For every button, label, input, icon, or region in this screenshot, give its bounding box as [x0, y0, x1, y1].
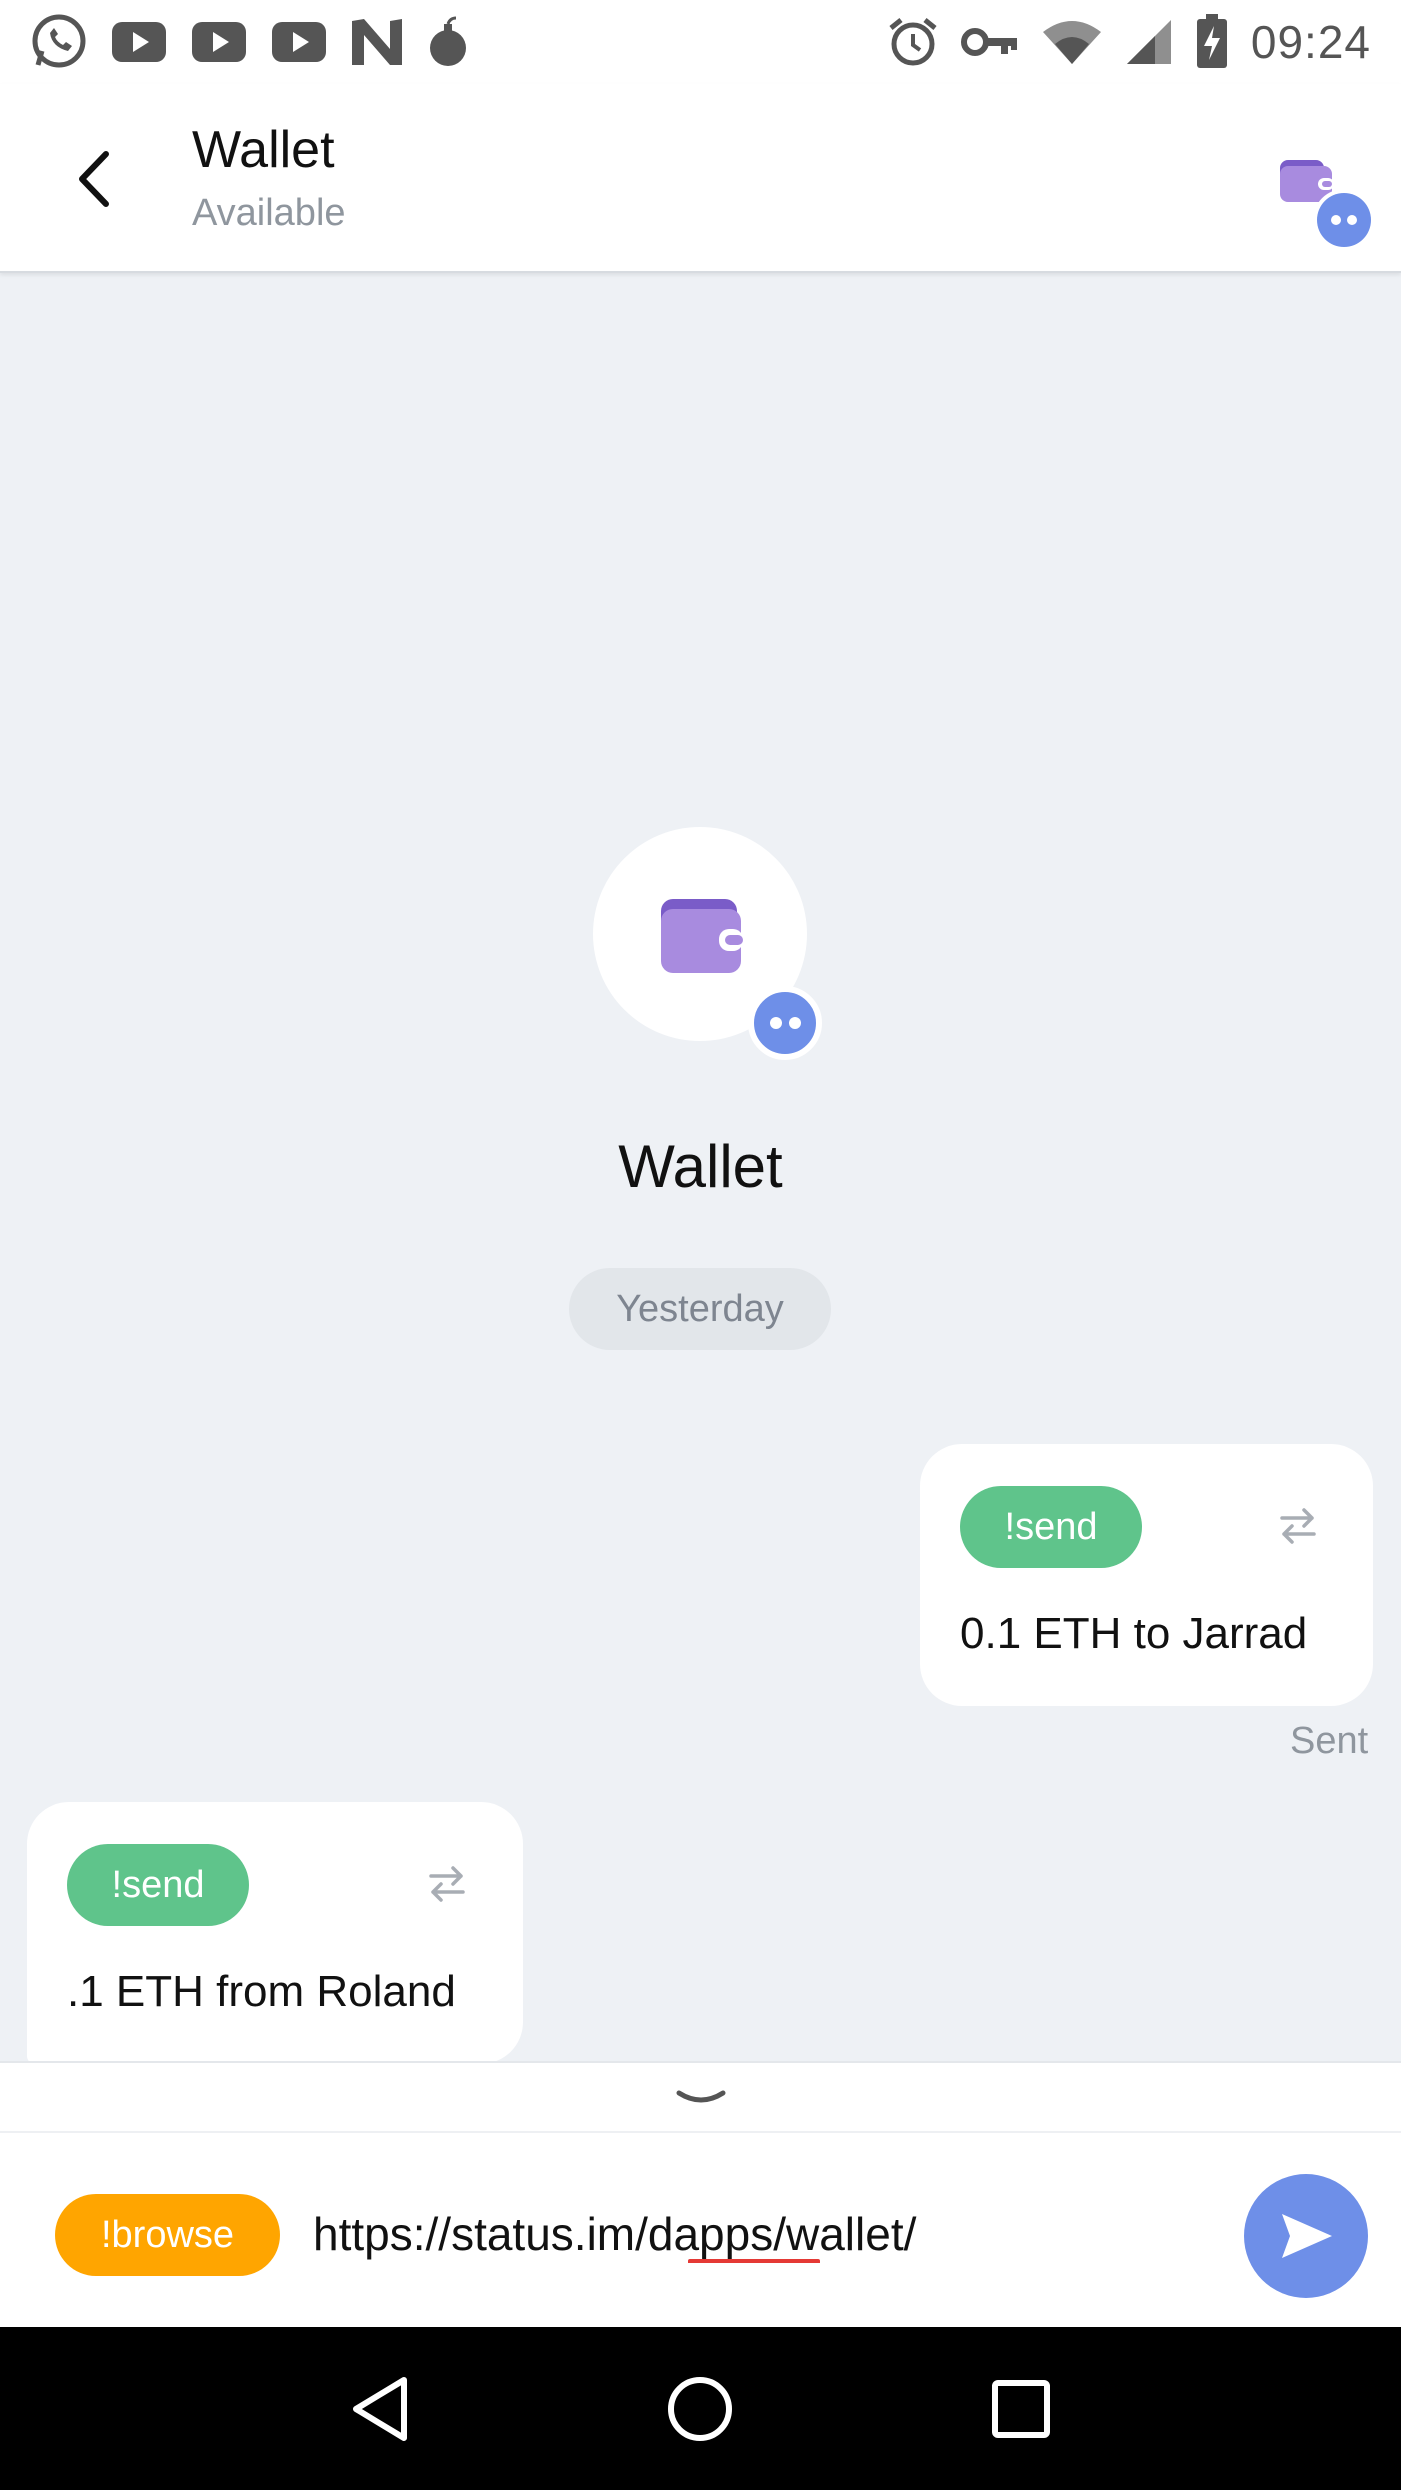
message-status: Sent: [1290, 1720, 1369, 1762]
nav-home-button[interactable]: [660, 2369, 740, 2449]
circle-home-icon: [668, 2376, 733, 2441]
bot-badge-icon: [748, 986, 822, 1060]
nav-back-button[interactable]: [340, 2369, 420, 2449]
key-icon: [960, 25, 1019, 59]
nav-recents-button[interactable]: [981, 2369, 1061, 2449]
bomb-icon: [426, 16, 470, 68]
system-nav-bar: [0, 2327, 1401, 2490]
status-time: 09:24: [1250, 16, 1371, 68]
browse-command-chip[interactable]: !browse: [55, 2194, 280, 2276]
toolbar-avatar[interactable]: [1270, 150, 1380, 260]
status-bar: 09:24: [0, 0, 1401, 84]
command-badge: !send: [67, 1844, 249, 1926]
swap-arrows-icon[interactable]: [425, 1862, 469, 1906]
wallet-icon: [1280, 160, 1375, 251]
notification-icons: [30, 13, 470, 71]
youtube-icon: [110, 20, 168, 64]
chat-input-bar: !browse: [0, 2131, 1401, 2327]
badge-dot: [788, 1017, 801, 1029]
chevron-down-icon: [676, 2090, 725, 2103]
command-badge: !send: [960, 1486, 1142, 1568]
system-icons: 09:24: [887, 14, 1371, 70]
date-divider: Yesterday: [569, 1268, 831, 1350]
square-recents-icon: [991, 2379, 1050, 2438]
message-text: .1 ETH from Roland: [67, 1967, 456, 2016]
wifi-icon: [1041, 18, 1103, 66]
whatsapp-icon: [30, 13, 88, 71]
send-button[interactable]: [1244, 2174, 1368, 2298]
chevron-left-icon: [79, 151, 109, 207]
screen: 09:24 Wallet Available Wallet Yesterday …: [0, 0, 1401, 2490]
n-icon: [350, 17, 404, 67]
youtube-icon: [190, 20, 248, 64]
badge-dot: [769, 1017, 782, 1029]
send-arrow-icon: [1282, 2214, 1332, 2258]
battery-charging-icon: [1195, 14, 1229, 70]
suggestions-toggle[interactable]: [0, 2061, 1401, 2131]
alarm-icon: [887, 16, 939, 68]
chat-title: Wallet: [192, 121, 335, 179]
triangle-back-icon: [353, 2376, 408, 2441]
message-text: 0.1 ETH to Jarrad: [960, 1609, 1308, 1658]
youtube-icon: [270, 20, 328, 64]
message-outgoing[interactable]: !send 0.1 ETH to Jarrad: [920, 1444, 1373, 1706]
back-button[interactable]: [70, 144, 120, 214]
wallet-icon: [661, 899, 743, 973]
signal-icon: [1125, 18, 1173, 66]
message-incoming[interactable]: !send .1 ETH from Roland: [27, 1802, 523, 2064]
swap-arrows-icon[interactable]: [1276, 1504, 1320, 1548]
chat-status: Available: [192, 192, 346, 234]
profile-name: Wallet: [618, 1133, 783, 1200]
chat-toolbar: Wallet Available: [0, 84, 1401, 273]
spellcheck-underline: [688, 2259, 820, 2265]
